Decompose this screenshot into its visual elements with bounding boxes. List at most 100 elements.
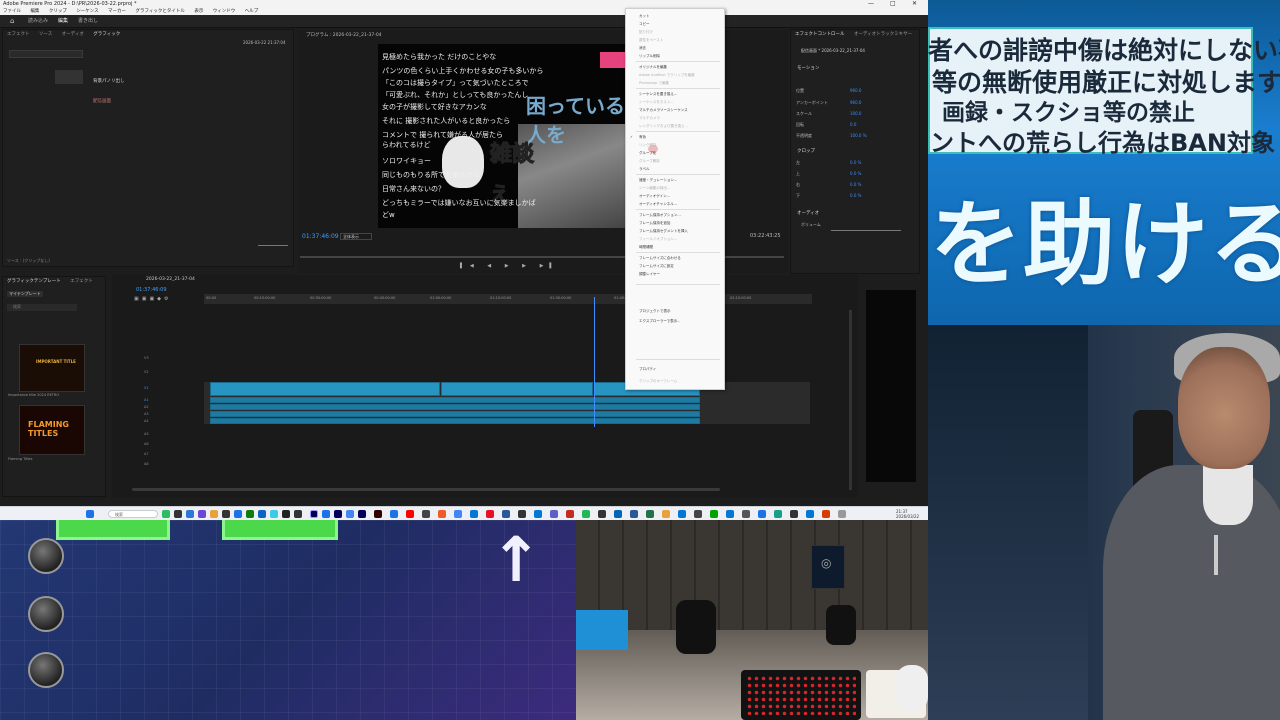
menu-help[interactable]: ヘルプ [245,9,259,14]
app-icon[interactable] [790,510,798,518]
menu-item[interactable]: レンダリングおよび置き換え... [639,124,688,129]
app-icon[interactable] [198,510,206,518]
menu-item[interactable]: マルチカメラ [639,116,660,121]
taskbar-clock[interactable]: 21:37 2026/03/22 [896,509,919,519]
menu-marker[interactable]: マーカー [108,9,126,14]
video-clip[interactable] [210,382,440,396]
game-button-left[interactable] [56,520,170,540]
project-item-1[interactable]: 背景パノリ出し [93,78,125,84]
app-icon[interactable] [234,510,242,518]
section-motion[interactable]: モーション [797,65,819,71]
app-icon[interactable] [566,510,574,518]
app-icon[interactable] [282,510,290,518]
start-icon[interactable] [86,510,94,518]
transport-controls[interactable]: ▌◀ ◀ ▶ ▶ ▶▌ [460,263,620,269]
menu-item[interactable]: 調整レイヤー [639,272,660,277]
menu-item[interactable]: クリップのキーフレーム [639,379,677,384]
track-label[interactable]: A4 [144,419,149,423]
tab-source[interactable]: ソース [39,32,52,37]
menu-item[interactable]: フレーム保持セグメントを挿入 [639,229,688,234]
tab-import[interactable]: 読み込み [28,15,48,28]
menu-item[interactable]: カット [639,14,650,19]
program-timecode[interactable]: 01:37:46:09 [302,233,339,240]
app-icon[interactable] [438,510,446,518]
video-clip[interactable] [441,382,593,396]
app-icon[interactable] [246,510,254,518]
effect-row-value[interactable]: 0.0 % [850,182,861,187]
menu-item[interactable]: Photoshop で編集 [639,81,669,86]
menu-item[interactable]: シーケンスをネスト... [639,100,674,105]
menu-clip[interactable]: クリップ [49,9,67,14]
tab-audio-mixer[interactable]: オーディオトラックミキサー [854,32,912,37]
track-label[interactable]: A3 [144,412,149,416]
tab-edit[interactable]: 編集 [58,15,68,28]
app-icon[interactable] [502,510,510,518]
menu-item[interactable]: プロパティ [639,367,656,372]
app-icon[interactable] [806,510,814,518]
app-icon[interactable] [186,510,194,518]
menu-edit[interactable]: 編集 [30,9,39,14]
home-icon[interactable]: ⌂ [10,15,14,28]
app-icon[interactable] [470,510,478,518]
app-icon[interactable] [374,510,382,518]
app-icon[interactable] [534,510,542,518]
track-label[interactable]: A1 [144,398,149,402]
timeline-scrollbar[interactable] [132,488,720,491]
app-icon[interactable] [486,510,494,518]
app-icon[interactable] [422,510,430,518]
premiere-icon[interactable] [310,510,318,518]
audio-clip[interactable] [210,404,700,410]
maximize-button[interactable]: □ [890,0,896,8]
effect-row-value[interactable]: 960.0 [850,88,861,93]
menu-item[interactable]: フィールドオプション... [639,237,677,242]
menu-item[interactable]: フレームサイズに合わせる [639,256,681,261]
menu-item[interactable]: シーン編集の検出... [639,186,670,191]
app-icon[interactable] [838,510,846,518]
app-icon[interactable] [390,510,398,518]
app-icon[interactable] [742,510,750,518]
menu-item[interactable]: プロジェクトで表示 [639,309,671,314]
tab-export[interactable]: 書き出し [78,15,98,28]
menu-item[interactable]: シーケンスを置き換え... [639,92,677,97]
app-icon[interactable] [222,510,230,518]
effect-row-value[interactable]: 960.0 [850,100,861,105]
menu-item-enabled[interactable]: 有効 [639,135,646,140]
app-icon[interactable] [646,510,654,518]
menu-item[interactable]: フレーム保持を追加 [639,221,670,226]
app-icon[interactable] [710,510,718,518]
app-icon[interactable] [758,510,766,518]
volume-slider[interactable] [831,230,901,231]
app-icon[interactable] [598,510,606,518]
menu-item[interactable]: 属性をペースト [639,38,663,43]
app-icon[interactable] [662,510,670,518]
section-audio[interactable]: オーディオ [797,210,819,216]
effect-row-value[interactable]: 100.0 [850,111,861,116]
track-label[interactable]: A8 [144,462,149,466]
app-icon[interactable] [162,510,170,518]
menu-item[interactable]: 消去 [639,46,646,51]
effect-row-value[interactable]: 100.0 % [850,133,867,138]
tab-effects[interactable]: エフェクト [70,279,93,284]
timeline-timecode[interactable]: 01:37:46:09 [136,287,167,293]
menu-item[interactable]: フレームサイズに設定 [639,264,674,269]
project-item-2[interactable]: 配信画面 [93,98,111,104]
app-icon[interactable] [678,510,686,518]
menu-item[interactable]: マルチカメラソースシーケンス [639,108,688,113]
app-icon[interactable] [774,510,782,518]
menu-sequence[interactable]: シーケンス [76,9,98,14]
fit-dropdown[interactable]: 全体表示 [340,233,372,240]
tab-effects[interactable]: エフェクト [7,32,30,37]
app-icon[interactable] [582,510,590,518]
menu-item[interactable]: ラベル [639,167,650,172]
tab-effect-controls[interactable]: エフェクトコントロール [795,32,845,37]
app-icon[interactable] [822,510,830,518]
menu-item[interactable]: 時間補間 [639,245,653,250]
menu-window[interactable]: ウィンドウ [213,9,236,14]
folder-icon[interactable] [210,510,218,518]
game-button-right[interactable] [222,520,338,540]
project-search[interactable] [9,50,83,58]
menu-item[interactable]: フレーム保持オプション... [639,213,681,218]
minimize-button[interactable]: — [868,0,874,8]
app-icon[interactable] [346,510,354,518]
track-label[interactable]: V2 [144,370,149,374]
